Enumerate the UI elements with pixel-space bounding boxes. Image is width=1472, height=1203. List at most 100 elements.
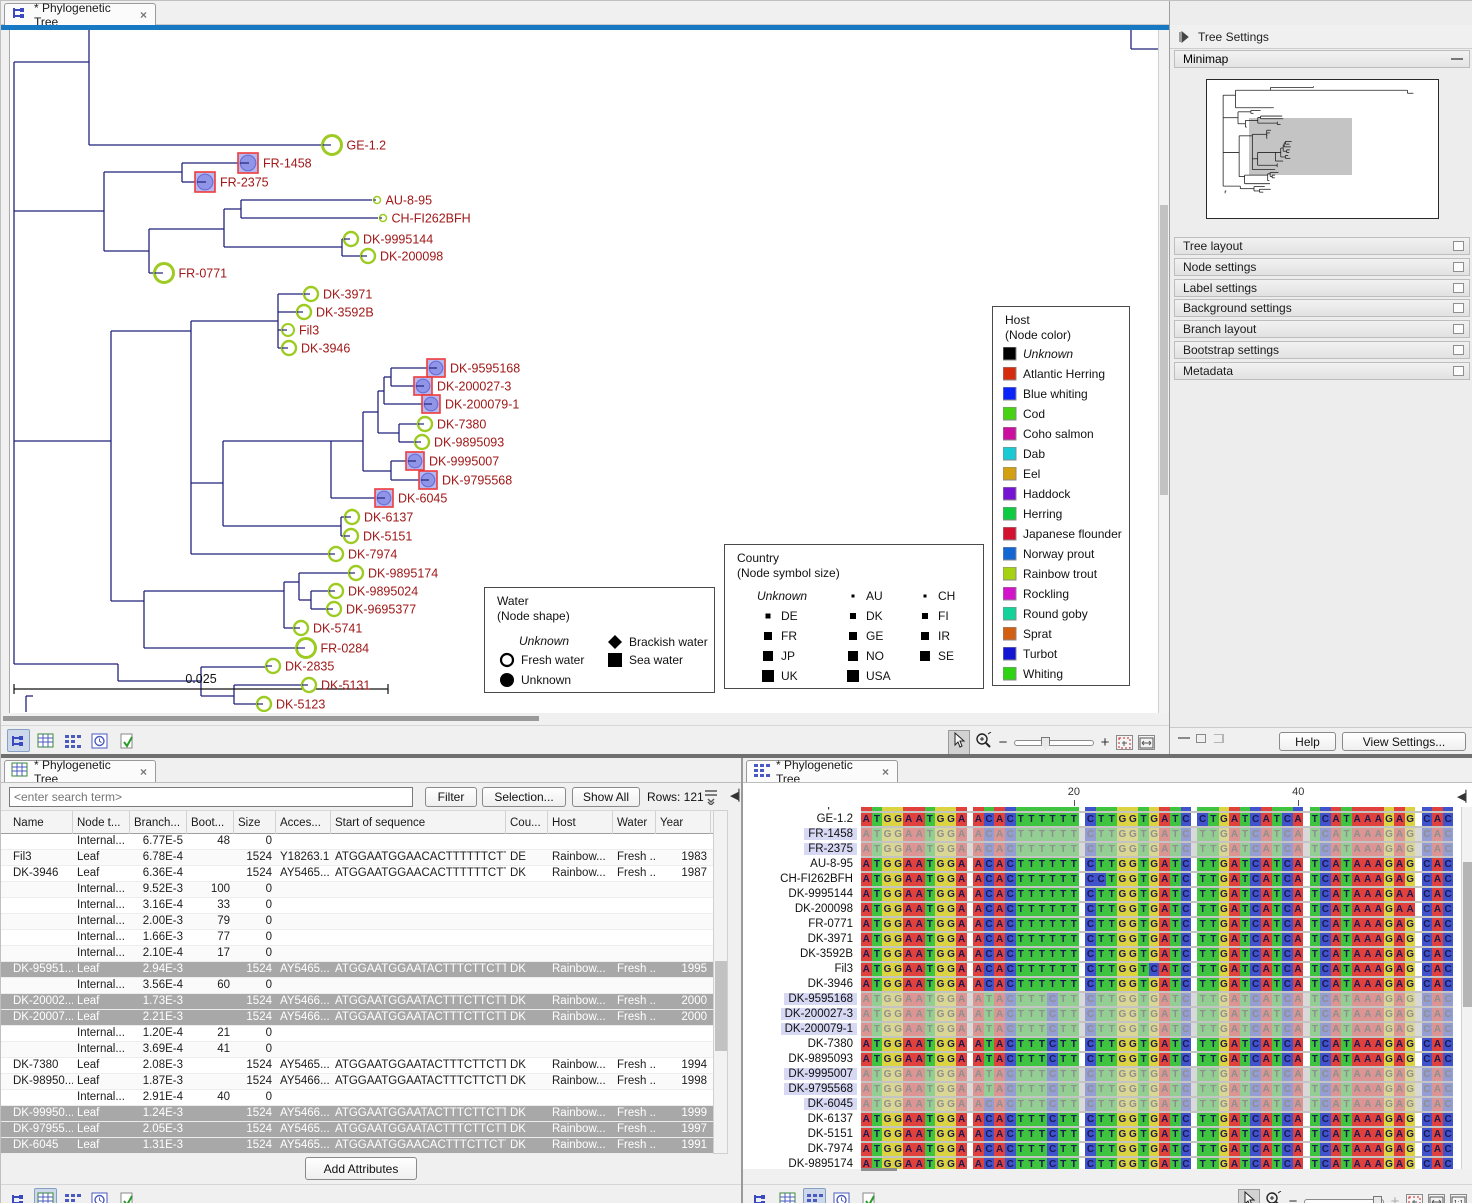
close-icon[interactable]: × [140,765,147,779]
cursor-tool-icon[interactable] [948,730,970,755]
alignment-row[interactable]: DK-200079-1ATGGAATGGAATACTTTCTTCTTGGTGAT… [743,1022,1461,1037]
table-row[interactable]: DK-99950...Leaf1.24E-31524AY5466...ATGGA… [1,1106,713,1122]
zoom-to-selection-button[interactable] [1116,735,1133,750]
table-row[interactable]: DK-97955...Leaf2.05E-31524AY5465...ATGGA… [1,1122,713,1138]
tree-leaf-node[interactable]: DK-5151 [344,529,412,544]
tab-phylogenetic-tree-table[interactable]: * Phylogenetic Tree × [4,760,156,782]
column-header-name[interactable]: Name [9,811,73,835]
tree-leaf-node[interactable]: DK-2835 [266,659,334,674]
tree-horizontal-scrollbar[interactable] [1,713,1169,725]
table-row[interactable]: Internal...2.10E-4170 [1,946,713,962]
alignment-row[interactable]: DK-9995007ATGGAATGGAATACTTTCTTCTTGGTGATC… [743,1067,1461,1082]
selection-button[interactable]: Selection... [482,787,566,807]
zoom-slider[interactable] [1304,1199,1384,1203]
table-row[interactable]: Internal...6.77E-5480 [1,834,713,850]
tree-leaf-node[interactable]: DK-5741 [294,621,362,636]
tree-leaf-node[interactable]: CH-FI262BFH [380,212,471,226]
element-info-icon[interactable] [115,1188,138,1203]
alignment-row[interactable]: FR-0771ATGGAATGGAACACTTTTTTCTTGGTGATCTTG… [743,917,1461,932]
table-view-icon[interactable] [34,729,57,752]
settings-section-tree-layout[interactable]: Tree layout [1174,237,1470,255]
alignment-row[interactable]: DK-9795568ATGGAATGGAATACTTTCTTCTTGGTGATC… [743,1082,1461,1097]
table-row[interactable]: Internal...3.16E-4330 [1,898,713,914]
collapse-icon[interactable] [1451,58,1463,61]
add-attributes-button[interactable]: Add Attributes [305,1157,417,1180]
section-palette-icon[interactable] [1453,324,1464,334]
table-row[interactable]: Internal...2.91E-4400 [1,1090,713,1106]
tree-leaf-node[interactable]: DK-5131 [302,678,370,693]
alignment-row[interactable]: AU-8-95ATGGAATGGAACACTTTTTTCTTGGTGATCTTG… [743,857,1461,872]
history-icon[interactable] [88,729,111,752]
alignment-row[interactable]: DK-9895174ATGGAATGGAACACTTTCTTCTTGGTGATC… [743,1157,1461,1169]
view-settings-button[interactable]: View Settings... [1342,732,1466,751]
alignment-row[interactable]: FR-1458ATGGAATGGAACACTTTTTTCTTGGTGATCTTG… [743,827,1461,842]
element-info-icon[interactable] [115,729,138,752]
tree-leaf-node[interactable]: AU-8-95 [374,194,433,208]
zoom-out-button[interactable]: − [997,737,1009,749]
tree-leaf-node[interactable]: FR-2375 [195,172,269,192]
alignment-row[interactable]: GE-1.2ATGGAATGGAACACTTTTTTCTTGGTGATCCTGA… [743,812,1461,827]
tree-leaf-node[interactable]: DK-3946 [282,341,350,356]
tree-settings-header[interactable]: Tree Settings [1170,25,1472,49]
column-header-water[interactable]: Water [613,811,656,835]
section-palette-icon[interactable] [1453,366,1464,376]
settings-section-metadata[interactable]: Metadata [1174,362,1470,380]
table-row[interactable]: DK-95951...Leaf2.94E-31524AY5465...ATGGA… [1,962,713,978]
one-to-one-button[interactable]: 1:1 [1450,1194,1467,1203]
settings-section-node-settings[interactable]: Node settings [1174,258,1470,276]
zoom-tool-icon[interactable] [975,732,992,753]
table-row[interactable]: Internal...3.56E-4600 [1,978,713,994]
alignment-view-icon[interactable] [61,1188,84,1203]
section-palette-icon[interactable] [1453,283,1464,293]
element-info-icon[interactable] [857,1188,880,1203]
alignment-row[interactable]: DK-3946ATGGAATGGAACACTTTTTTCTTGGTGATCTTG… [743,977,1461,992]
alignment-row[interactable]: Fil3ATGGAATGGAACACTTTTTTCTTGGTCATCTTGATC… [743,962,1461,977]
tree-leaf-node[interactable]: DK-6137 [345,510,413,525]
column-header-startofsequence[interactable]: Start of sequence [331,811,506,835]
alignment-row[interactable]: DK-5151ATGGAATGGAACACTTTCTTCTTGGTGATCTTG… [743,1127,1461,1142]
minimap[interactable] [1206,79,1439,219]
host-legend[interactable]: Host (Node color) UnknownAtlantic Herrin… [992,306,1130,686]
tree-leaf-node[interactable]: DK-3592B [297,305,374,320]
table-row[interactable]: Internal...3.69E-4410 [1,1042,713,1058]
rows-filter-icon[interactable] [704,789,718,805]
section-palette-icon[interactable] [1453,303,1464,313]
alignment-horizontal-scrollbar[interactable] [861,1168,897,1171]
tree-leaf-node[interactable]: DK-6045 [375,489,447,507]
tree-leaf-node[interactable]: DK-9895093 [415,435,504,450]
alignment-row[interactable]: DK-7974ATGGAATGGAACACTTTCTTCTTGGTGATCTTG… [743,1142,1461,1157]
alignment-row[interactable]: DK-3971ATGGAATGGAACACTTTTTTCTTGGTGATCTTG… [743,932,1461,947]
phylogenetic-tree-canvas[interactable]: 0.025GE-1.2FR-1458FR-2375AU-8-95CH-FI262… [9,30,1158,713]
column-header-cou[interactable]: Cou... [506,811,548,835]
alignment-row[interactable]: DK-200027-3ATGGAATGGAATACTTTCTTCTTGGTGAT… [743,1007,1461,1022]
tree-leaf-node[interactable]: DK-200079-1 [422,395,519,413]
zoom-in-button[interactable]: + [1389,1196,1401,1203]
column-header-boot[interactable]: Boot... [187,811,234,835]
table-vertical-scrollbar[interactable] [713,810,728,1154]
tree-leaf-node[interactable]: DK-5123 [257,697,325,712]
zoom-in-button[interactable]: + [1099,737,1111,749]
alignment-row[interactable]: DK-200098ATGGAATGGAACACTTTTTTCTTGGTGATCT… [743,902,1461,917]
table-row[interactable]: Internal...1.66E-3770 [1,930,713,946]
zoom-out-button[interactable]: − [1287,1196,1299,1203]
column-header-nodet[interactable]: Node t... [73,811,130,835]
column-header-acces[interactable]: Acces... [276,811,331,835]
zoom-tool-icon[interactable] [1265,1191,1282,1203]
minimap-section-header[interactable]: Minimap [1174,50,1470,68]
tree-leaf-node[interactable]: FR-0284 [297,639,370,658]
settings-section-bootstrap-settings[interactable]: Bootstrap settings [1174,341,1470,359]
cursor-tool-icon[interactable] [1238,1189,1260,1203]
filter-button[interactable]: Filter [425,787,477,807]
tree-leaf-node[interactable]: DK-9895174 [349,566,438,581]
fit-width-button[interactable] [1138,735,1155,750]
country-legend[interactable]: Country (Node symbol size) UnknownAUCHDE… [724,544,984,689]
column-header-year[interactable]: Year [656,811,711,835]
tree-leaf-node[interactable]: DK-7380 [418,417,486,432]
close-icon[interactable]: × [140,8,147,22]
column-header-size[interactable]: Size [234,811,276,835]
history-icon[interactable] [830,1188,853,1203]
table-row[interactable]: DK-20007...Leaf2.21E-31524AY5466...ATGGA… [1,1010,713,1026]
alignment-row[interactable]: DK-6045ATGGAATGGAACACTTTCTTCTTGGTGATCTTG… [743,1097,1461,1112]
tree-leaf-node[interactable]: DK-9795568 [419,471,512,489]
tree-leaf-node[interactable]: DK-9595168 [427,359,520,377]
